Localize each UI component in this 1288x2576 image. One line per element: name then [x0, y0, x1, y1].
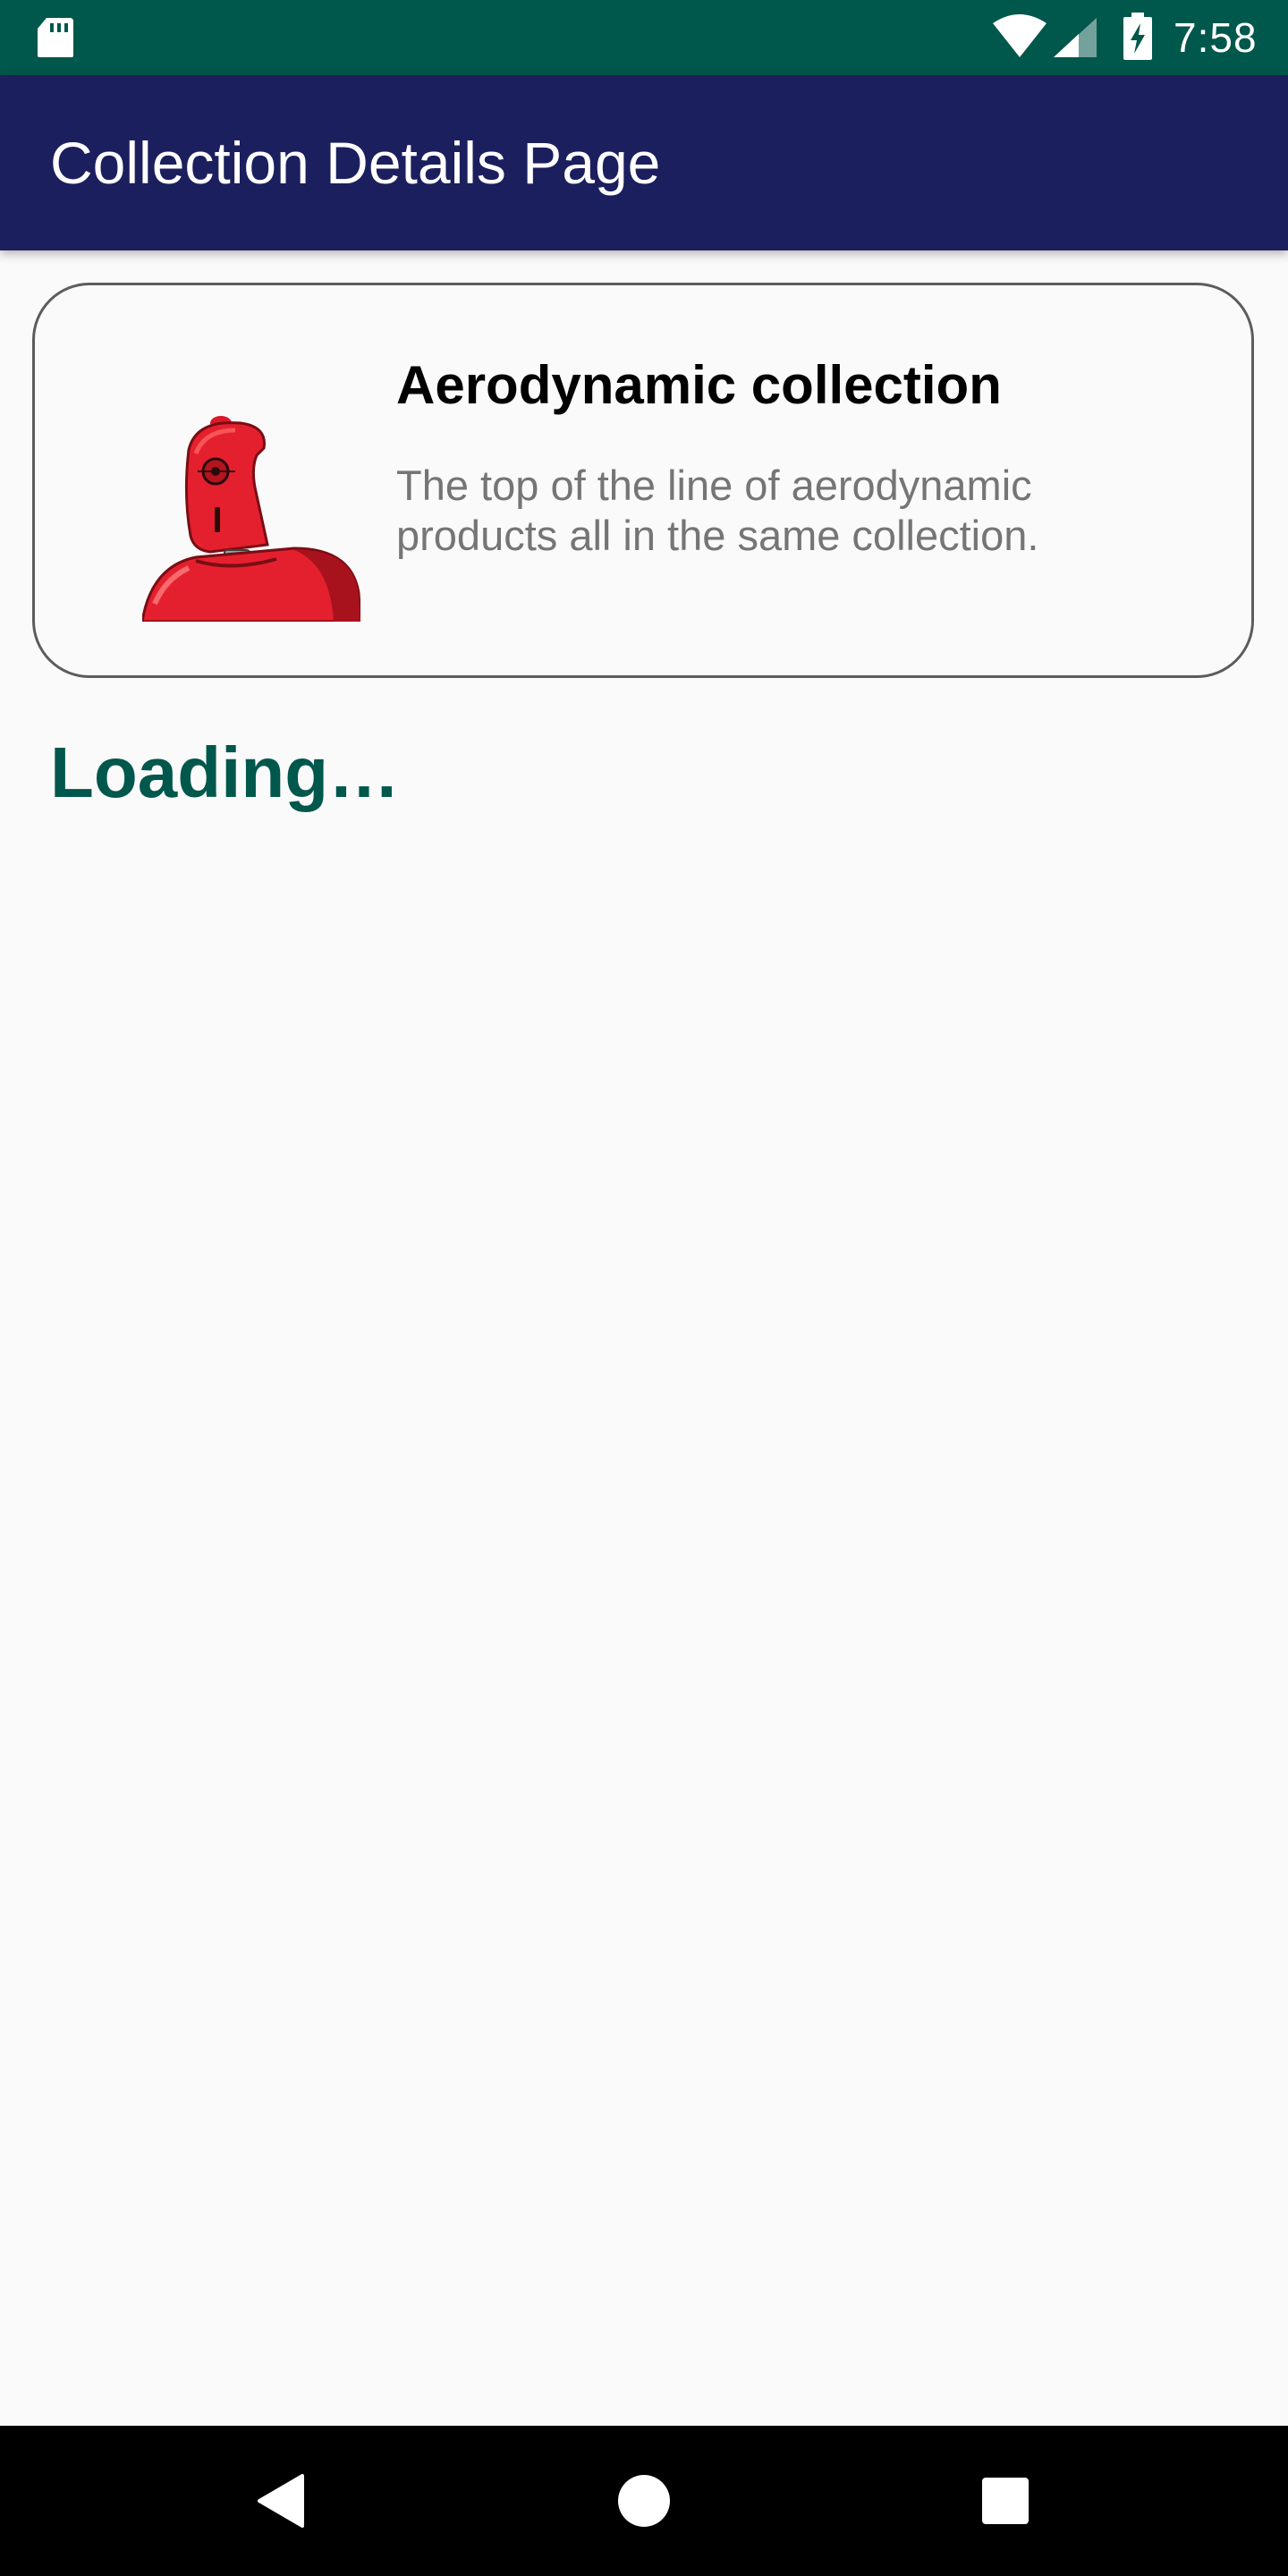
wifi-icon	[993, 14, 1046, 57]
back-icon[interactable]	[243, 2462, 322, 2540]
status-clock: 7:58	[1174, 14, 1258, 61]
recents-icon[interactable]	[966, 2462, 1045, 2540]
screen: 7:58 Collection Details Page Aerodynamic…	[0, 0, 1288, 2576]
app-bar: Collection Details Page	[0, 75, 1288, 250]
status-bar: 7:58	[0, 0, 1288, 75]
page-title: Collection Details Page	[50, 130, 661, 196]
loading-text: Loading…	[50, 733, 401, 812]
sd-card-icon	[38, 18, 73, 57]
signal-icon	[1054, 18, 1097, 57]
collection-card[interactable]: Aerodynamic collection The top of the li…	[32, 283, 1254, 678]
navigation-bar	[0, 2426, 1288, 2576]
collection-title: Aerodynamic collection	[396, 355, 1002, 415]
red-robot-icon	[142, 416, 360, 622]
battery-charging-icon	[1123, 13, 1152, 60]
collection-description: The top of the line of aerodynamic produ…	[396, 462, 1039, 559]
home-icon[interactable]	[605, 2462, 683, 2540]
